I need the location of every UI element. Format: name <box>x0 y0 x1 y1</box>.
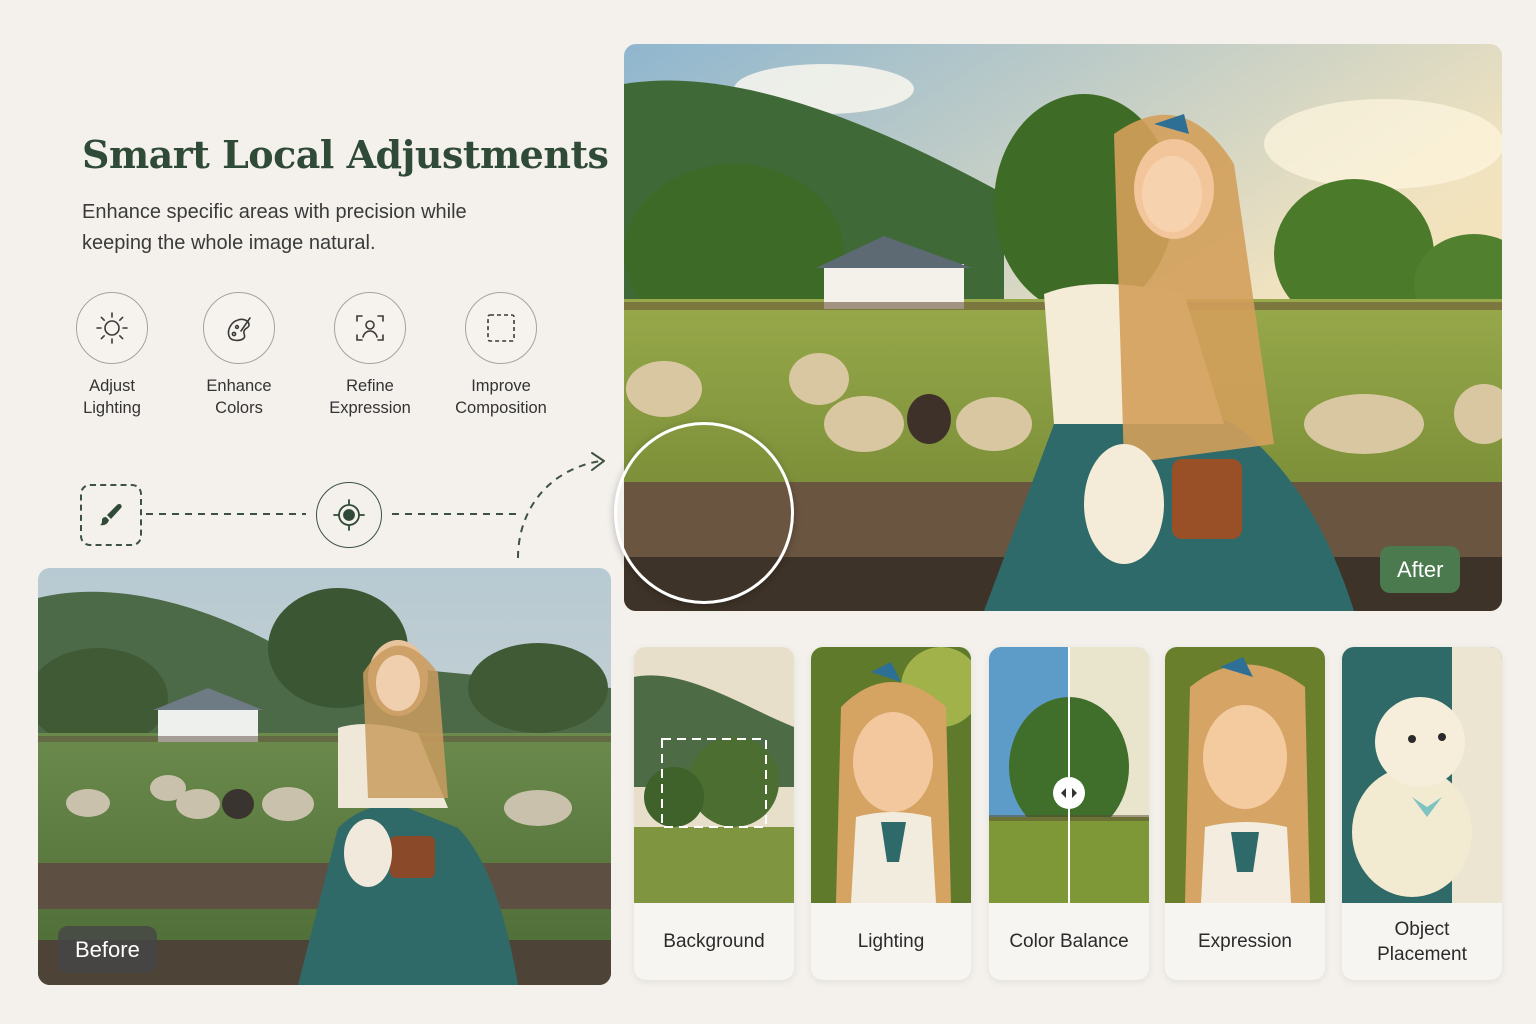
card-thumbnail <box>1342 647 1502 903</box>
feature-label-line2: Expression <box>329 399 411 417</box>
feature-label: Refine Expression <box>305 375 435 419</box>
card-lighting[interactable]: Lighting <box>811 647 971 980</box>
dashed-frame-icon <box>465 292 537 364</box>
brush-icon[interactable] <box>80 484 142 546</box>
card-object-placement[interactable]: Object Placement <box>1342 647 1502 980</box>
card-caption-line1: Background <box>663 931 765 952</box>
feature-label-line1: Adjust <box>89 377 135 395</box>
card-expression[interactable]: Expression <box>1165 647 1325 980</box>
card-caption: Object Placement <box>1342 903 1502 980</box>
card-caption: Lighting <box>811 903 971 980</box>
feature-label: Enhance Colors <box>174 375 304 419</box>
before-photo[interactable] <box>38 568 611 985</box>
card-caption: Expression <box>1165 903 1325 980</box>
compare-slider-handle[interactable] <box>1053 777 1085 809</box>
card-thumbnail <box>634 647 794 903</box>
feature-enhance-colors[interactable]: Enhance Colors <box>174 292 304 419</box>
card-thumbnail <box>1165 647 1325 903</box>
feature-label-line1: Enhance <box>206 377 272 395</box>
card-caption-line1: Lighting <box>857 931 925 952</box>
face-focus-icon <box>334 292 406 364</box>
feature-label: Improve Composition <box>436 375 566 419</box>
before-badge: Before <box>58 926 157 973</box>
page-subtitle: Enhance specific areas with precision wh… <box>82 201 467 254</box>
left-right-arrows-icon <box>1061 788 1077 798</box>
feature-improve-composition[interactable]: Improve Composition <box>436 292 566 419</box>
feature-refine-expression[interactable]: Refine Expression <box>305 292 435 419</box>
feature-label-line2: Colors <box>215 399 263 417</box>
page-title: Smart Local Adjustments <box>82 132 609 177</box>
sun-icon <box>76 292 148 364</box>
target-icon[interactable] <box>316 482 382 548</box>
feature-label-line1: Improve <box>471 377 531 395</box>
palette-icon <box>203 292 275 364</box>
card-caption-line1: Object <box>1394 918 1450 940</box>
zoom-circle <box>614 422 794 604</box>
after-badge: After <box>1380 546 1461 593</box>
card-color-balance[interactable]: Color Balance <box>989 647 1149 980</box>
card-caption-line2: Placement <box>1377 943 1467 965</box>
card-caption: Color Balance <box>989 903 1149 980</box>
feature-label: Adjust Lighting <box>47 375 177 419</box>
card-thumbnail <box>989 647 1149 903</box>
feature-label-line1: Refine <box>346 377 394 395</box>
feature-adjust-lighting[interactable]: Adjust Lighting <box>47 292 177 419</box>
card-caption: Background <box>634 903 794 980</box>
card-caption-line1: Color Balance <box>1009 931 1129 952</box>
feature-label-line2: Composition <box>455 399 547 417</box>
card-background[interactable]: Background <box>634 647 794 980</box>
card-thumbnail <box>811 647 971 903</box>
feature-label-line2: Lighting <box>83 399 141 417</box>
card-caption-line1: Expression <box>1198 931 1292 952</box>
